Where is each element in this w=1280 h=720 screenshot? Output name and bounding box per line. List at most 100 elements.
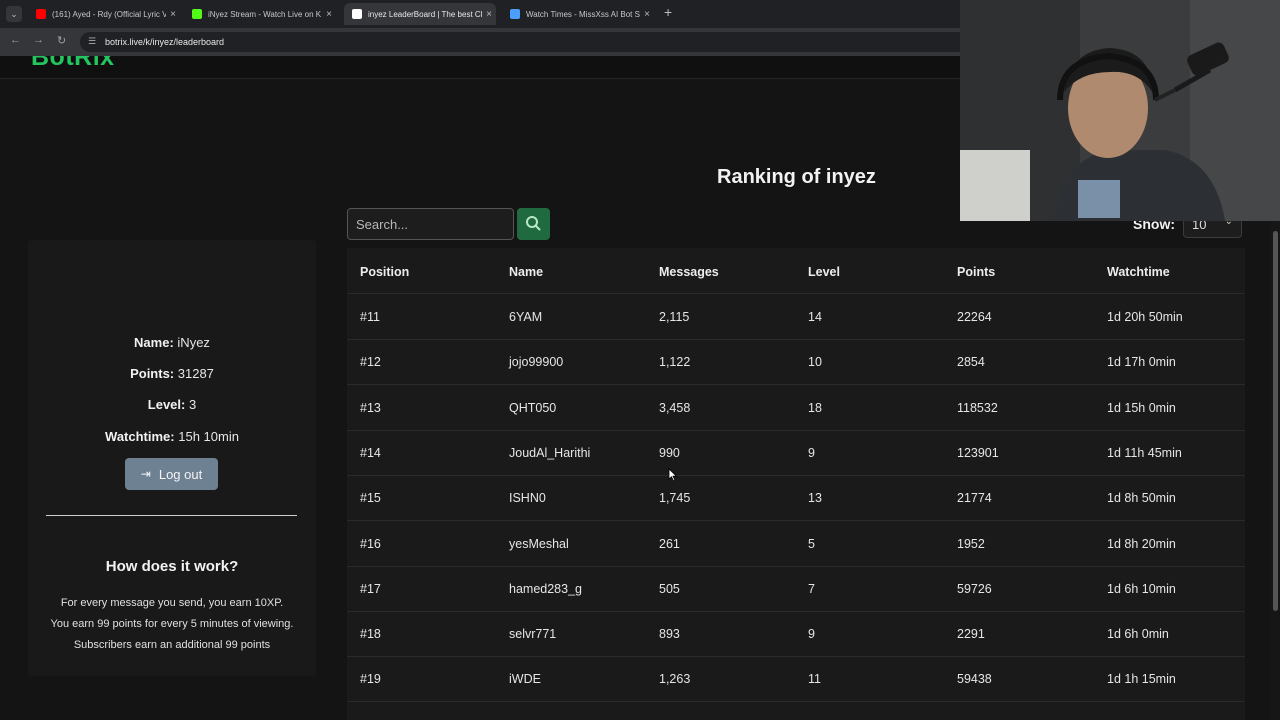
user-points-line: Points: 31287 [28, 366, 316, 381]
how-line: For every message you send, you earn 10X… [60, 597, 284, 609]
user-level: 3 [188, 397, 197, 412]
how-line: You earn 99 points for every 5 minutes o… [50, 618, 294, 630]
webcam-overlay [960, 0, 1280, 221]
cell-level: 18 [808, 400, 822, 415]
header-position[interactable]: Position [360, 265, 409, 279]
search-button[interactable] [517, 208, 550, 240]
cell-level: 5 [808, 536, 815, 551]
watchtime-label: Watchtime: [105, 429, 175, 444]
cell-points: 59726 [957, 581, 992, 596]
cell-name: selvr771 [509, 627, 557, 642]
user-name-line: Name: iNyez [28, 335, 316, 350]
table-row: #19 iWDE 1,263 11 59438 1d 1h 15min [347, 656, 1245, 703]
tab-title: (161) Ayed - Rdy (Official Lyric V [52, 9, 166, 19]
tab-favicon-icon [192, 9, 202, 19]
table-row: #12 jojo99900 1,122 10 2854 1d 17h 0min [347, 339, 1245, 386]
new-tab-button[interactable]: + [664, 4, 672, 20]
cell-name: JoudAl_Harithi [509, 445, 591, 460]
cell-name: 6YAM [509, 310, 543, 324]
botrix-logo[interactable]: BotRix [31, 56, 115, 72]
reload-icon[interactable]: ↻ [57, 34, 66, 47]
tab-favicon-icon [510, 9, 520, 19]
logout-label: Log out [158, 466, 203, 482]
tab-title: inyez LeaderBoard | The best Ch [368, 9, 482, 19]
cell-position: #17 [360, 581, 381, 596]
header-level[interactable]: Level [808, 265, 840, 279]
tab-search-chevron-icon[interactable]: ⌄ [6, 6, 22, 22]
cell-messages: 1,263 [659, 672, 691, 687]
tab-title: Watch Times - MissXss AI Bot S [526, 9, 640, 19]
browser-tab[interactable]: (161) Ayed - Rdy (Official Lyric V × [28, 3, 180, 25]
cell-name: yesMeshal [509, 536, 569, 551]
table-row: #17 hamed283_g 505 7 59726 1d 6h 10min [347, 566, 1245, 612]
streamer-webcam-image [960, 0, 1280, 221]
tab-close-icon[interactable]: × [166, 9, 180, 20]
header-name[interactable]: Name [509, 265, 543, 279]
page-scrollbar[interactable] [1271, 221, 1280, 720]
divider [46, 515, 297, 516]
cell-level: 9 [808, 445, 815, 460]
header-watchtime[interactable]: Watchtime [1107, 265, 1170, 279]
cell-level: 13 [808, 491, 822, 506]
table-row: #16 yesMeshal 261 5 1952 1d 8h 20min [347, 521, 1245, 567]
cell-position: #14 [360, 445, 381, 460]
table-header: Position Name Messages Level Points Watc… [347, 248, 1245, 294]
back-arrow-icon[interactable]: ← [10, 34, 21, 46]
scrollbar-thumb[interactable] [1273, 231, 1278, 611]
url-text[interactable]: botrix.live/k/inyez/leaderboard [105, 37, 224, 47]
cell-name: iWDE [509, 672, 541, 687]
cell-watchtime: 1d 6h 0min [1107, 627, 1169, 642]
cell-watchtime: 1d 1h 15min [1107, 672, 1176, 687]
user-level-line: Level: 3 [28, 397, 316, 412]
sign-out-icon: ⇥ [140, 467, 151, 481]
name-label: Name: [134, 335, 174, 350]
cell-messages: 3,458 [659, 400, 691, 415]
header-messages[interactable]: Messages [659, 265, 719, 279]
cell-level: 14 [808, 310, 822, 324]
tab-title: iNyez Stream - Watch Live on K [208, 9, 322, 19]
tab-close-icon[interactable]: × [482, 9, 496, 20]
points-label: Points: [130, 366, 175, 381]
cell-points: 59438 [957, 672, 992, 687]
search-input[interactable] [347, 208, 514, 240]
browser-tab[interactable]: Watch Times - MissXss AI Bot S × [502, 3, 654, 25]
cell-messages: 261 [659, 536, 680, 551]
cell-messages: 893 [659, 627, 680, 642]
cell-name: ISHN0 [509, 491, 546, 506]
cell-watchtime: 1d 8h 50min [1107, 491, 1176, 506]
cell-messages: 1,745 [659, 491, 691, 506]
cell-watchtime: 1d 15h 0min [1107, 400, 1176, 415]
tab-close-icon[interactable]: × [640, 9, 654, 20]
tab-close-icon[interactable]: × [322, 9, 336, 20]
cell-position: #11 [360, 310, 380, 324]
table-row: #11 6YAM 2,115 14 22264 1d 20h 50min [347, 294, 1245, 340]
site-info-icon[interactable]: ☰ [88, 36, 96, 47]
forward-arrow-icon[interactable]: → [33, 34, 44, 46]
cell-points: 22264 [957, 310, 992, 324]
tab-favicon-icon [352, 9, 362, 19]
search-icon [526, 216, 541, 231]
leaderboard-table: Position Name Messages Level Points Watc… [347, 248, 1245, 720]
cell-position: #18 [360, 627, 381, 642]
cell-messages: 505 [659, 581, 680, 596]
cell-position: #16 [360, 536, 381, 551]
cell-level: 9 [808, 627, 815, 642]
cell-watchtime: 1d 8h 20min [1107, 536, 1176, 551]
cell-points: 123901 [957, 445, 999, 460]
user-info-card: Name: iNyez Points: 31287 Level: 3 Watch… [28, 240, 316, 676]
cell-position: #15 [360, 491, 381, 506]
logout-button[interactable]: ⇥ Log out [125, 458, 218, 490]
browser-tab[interactable]: inyez LeaderBoard | The best Ch × [344, 3, 496, 25]
user-watchtime-line: Watchtime: 15h 10min [28, 429, 316, 444]
cell-points: 1952 [957, 536, 985, 551]
cell-watchtime: 1d 6h 10min [1107, 581, 1176, 596]
cell-name: QHT050 [509, 400, 557, 415]
cell-position: #13 [360, 400, 381, 415]
cell-points: 2291 [957, 627, 985, 642]
table-row: #14 JoudAl_Harithi 990 9 123901 1d 11h 45min [347, 430, 1245, 476]
mouse-cursor-icon [668, 468, 678, 482]
browser-tab[interactable]: iNyez Stream - Watch Live on K × [184, 3, 336, 25]
tab-favicon-icon [36, 9, 46, 19]
header-points[interactable]: Points [957, 265, 995, 279]
cell-watchtime: 1d 17h 0min [1107, 355, 1176, 370]
